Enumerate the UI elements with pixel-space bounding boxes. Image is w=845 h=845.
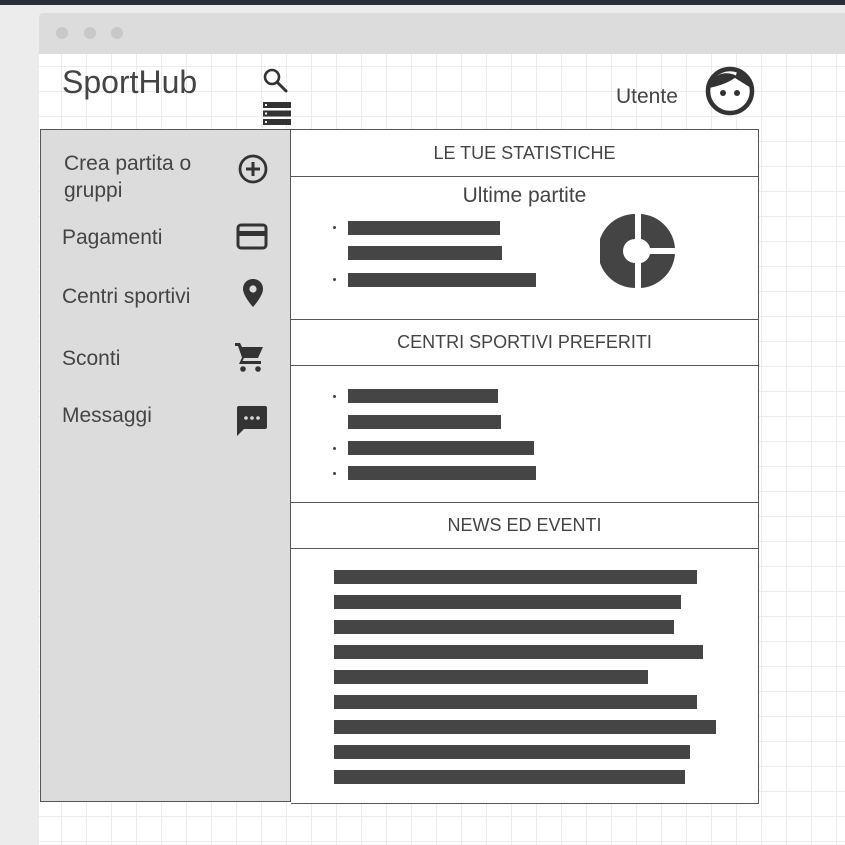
top-strip [0,0,845,5]
divider [291,365,758,366]
stats-subtitle: Ultime partite [462,184,587,207]
search-icon[interactable] [262,67,290,95]
sidebar-item-payments-label[interactable]: Pagamenti [62,224,162,251]
sidebar-item-messages-label[interactable]: Messaggi [62,402,152,429]
plus-circle-icon[interactable] [237,153,269,185]
favorites-header: CENTRI SPORTIVI PREFERITI [397,332,652,352]
window-dot-close[interactable] [56,27,68,39]
pie-chart-icon [600,214,675,288]
app-logo: SportHub [62,64,198,100]
news-placeholder-line [334,570,697,584]
match-placeholder-line [348,246,502,260]
location-pin-icon[interactable] [242,278,264,308]
window-dot-minimize[interactable] [84,27,96,39]
list-bullet [333,447,336,450]
news-placeholder-line [334,745,690,759]
match-placeholder-line [348,273,536,287]
stats-header: LE TUE STATISTICHE [433,143,616,163]
list-bullet [333,226,336,229]
shopping-cart-icon[interactable] [234,341,266,373]
news-placeholder-line [334,695,697,709]
window-dot-maximize[interactable] [111,27,123,39]
news-placeholder-line [334,770,685,784]
news-placeholder-line [334,595,681,609]
divider [291,548,758,549]
center-placeholder-line [348,441,534,455]
list-bullet [333,472,336,475]
news-header: NEWS ED EVENTI [447,515,602,535]
list-bullet [333,395,336,398]
news-placeholder-line [334,670,648,684]
sidebar-item-create-label[interactable]: Crea partita o gruppi [64,150,224,204]
window-titlebar [39,13,845,54]
list-menu-icon[interactable] [263,102,291,126]
news-placeholder-line [334,720,716,734]
main-panel: LE TUE STATISTICHE Ultime partite CENTRI… [291,129,759,804]
sidebar-item-centers-label[interactable]: Centri sportivi [62,283,190,310]
list-bullet [333,278,336,281]
news-placeholder-line [334,645,703,659]
credit-card-icon[interactable] [236,223,268,251]
chat-bubble-icon[interactable] [236,405,268,437]
sidebar-item-discounts-label[interactable]: Sconti [62,345,120,372]
news-placeholder-line [334,620,674,634]
center-placeholder-line [348,415,501,429]
center-placeholder-line [348,389,498,403]
match-placeholder-line [348,221,500,235]
user-label[interactable]: Utente [616,85,678,109]
user-avatar-icon[interactable] [705,66,755,116]
divider [291,176,758,177]
center-placeholder-line [348,466,536,480]
